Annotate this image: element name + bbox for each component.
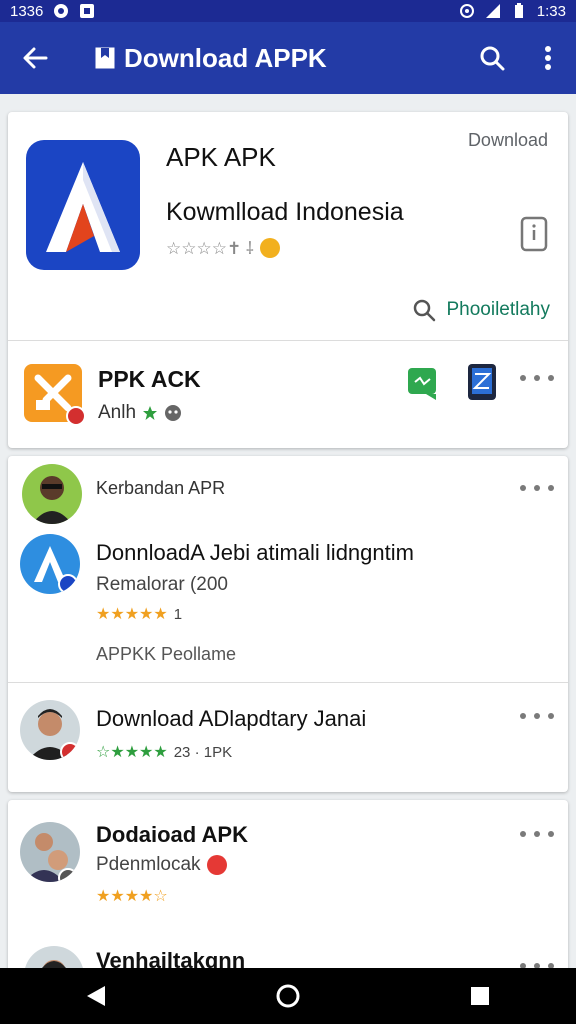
notification-icon bbox=[54, 4, 69, 18]
app-rating: ☆☆☆☆✝ ⸸ bbox=[166, 236, 280, 259]
badge-icon bbox=[58, 868, 78, 882]
search-action-label: Phooiletlahy bbox=[446, 299, 550, 320]
signal-icon bbox=[485, 4, 500, 18]
feed-card: Kerbandan APR DonnloadA Jebi atimali lid… bbox=[8, 456, 568, 792]
status-time: 1:33 bbox=[536, 2, 566, 20]
arrow-back-icon bbox=[23, 47, 48, 69]
search-icon bbox=[414, 299, 436, 322]
system-nav-bar bbox=[0, 968, 576, 1024]
search-button[interactable] bbox=[464, 22, 520, 94]
face-icon bbox=[165, 405, 182, 421]
chat-app-icon[interactable] bbox=[406, 366, 440, 400]
featured-app-icon[interactable] bbox=[24, 364, 86, 426]
circle-home-icon bbox=[276, 984, 300, 1008]
page-title-group: Download APPK bbox=[94, 43, 327, 74]
app-subtitle: Kowmlload Indonesia bbox=[166, 198, 404, 226]
avatar[interactable] bbox=[20, 700, 80, 760]
wifi-icon bbox=[459, 4, 474, 18]
rating-count: 23 · 1PK bbox=[173, 743, 233, 761]
emoji-icon bbox=[259, 237, 280, 258]
nav-home-button[interactable] bbox=[258, 968, 318, 1024]
post-subtitle: Remalorar (200 bbox=[96, 574, 228, 595]
overflow-menu-button[interactable] bbox=[520, 22, 576, 94]
app-detail-card: Download APK APK Kowmlload Indonesia ☆☆☆… bbox=[8, 112, 568, 448]
more-vert-icon bbox=[545, 46, 551, 70]
triangle-back-icon bbox=[87, 986, 105, 1006]
app-avatar[interactable] bbox=[20, 534, 80, 594]
more-options-button[interactable] bbox=[520, 368, 554, 388]
more-options-button[interactable] bbox=[520, 824, 554, 844]
badge-icon bbox=[206, 855, 227, 875]
rating-stars: ☆☆☆☆✝ ⸸ bbox=[166, 239, 254, 258]
badge-icon bbox=[66, 406, 86, 426]
feed-card: Dodaioad APK Pdenmlocak ★★★★☆ Venhailtak… bbox=[8, 800, 568, 1006]
star-icon bbox=[143, 406, 158, 420]
more-options-button[interactable] bbox=[520, 706, 554, 726]
post-subtitle: Pdenmlocak bbox=[96, 854, 201, 875]
search-icon bbox=[480, 46, 505, 71]
app-title: APK APK bbox=[166, 142, 276, 172]
divider bbox=[8, 682, 568, 683]
avatar[interactable] bbox=[20, 822, 80, 882]
photo-notification-icon bbox=[80, 4, 95, 18]
featured-app-meta: Anlh bbox=[98, 402, 182, 424]
nav-recents-button[interactable] bbox=[450, 968, 510, 1024]
post-title[interactable]: DonnloadA Jebi atimali lidngntim bbox=[96, 540, 414, 566]
post-footer: APPKK Peollame bbox=[96, 644, 237, 664]
badge-icon bbox=[58, 574, 78, 594]
app-logo-icon bbox=[46, 162, 120, 252]
post-title[interactable]: Dodaioad APK bbox=[96, 822, 248, 848]
battery-icon bbox=[514, 3, 523, 18]
post-author: Kerbandan APR bbox=[96, 478, 226, 498]
rating-stars: ☆★★★★ bbox=[96, 744, 168, 761]
nav-back-button[interactable] bbox=[66, 968, 126, 1024]
divider bbox=[8, 340, 568, 341]
featured-app-subtitle: Anlh bbox=[98, 402, 137, 423]
status-time-left: 1336 bbox=[10, 2, 44, 20]
post-rating: ★★★★★ 1 bbox=[96, 604, 182, 624]
page-title: Download APPK bbox=[124, 42, 327, 73]
rating-stars: ★★★★☆ bbox=[96, 888, 168, 905]
download-link[interactable]: Download bbox=[468, 130, 548, 151]
status-bar: 1336 1:33 bbox=[0, 0, 576, 22]
phone-info-icon[interactable] bbox=[518, 216, 550, 252]
avatar[interactable] bbox=[22, 464, 82, 524]
search-action[interactable]: Phooiletlahy bbox=[412, 298, 550, 322]
post-rating: ☆★★★★ 23 · 1PK bbox=[96, 742, 232, 762]
square-recents-icon bbox=[471, 987, 489, 1005]
rating-count: 1 bbox=[173, 605, 183, 623]
post-rating: ★★★★☆ bbox=[96, 886, 168, 906]
post-title[interactable]: Download ADlapdtary Janai bbox=[96, 706, 366, 732]
person-avatar-icon bbox=[32, 476, 72, 524]
post-meta: Pdenmlocak bbox=[96, 854, 227, 876]
phone-app-icon[interactable] bbox=[466, 362, 498, 402]
featured-app-title: PPK ACK bbox=[98, 366, 201, 392]
store-icon bbox=[95, 47, 115, 69]
rating-stars: ★★★★★ bbox=[96, 606, 168, 623]
back-button[interactable] bbox=[0, 22, 70, 94]
more-options-button[interactable] bbox=[520, 478, 554, 498]
app-icon[interactable] bbox=[26, 140, 140, 270]
app-bar: Download APPK bbox=[0, 22, 576, 94]
badge-icon bbox=[60, 742, 80, 760]
